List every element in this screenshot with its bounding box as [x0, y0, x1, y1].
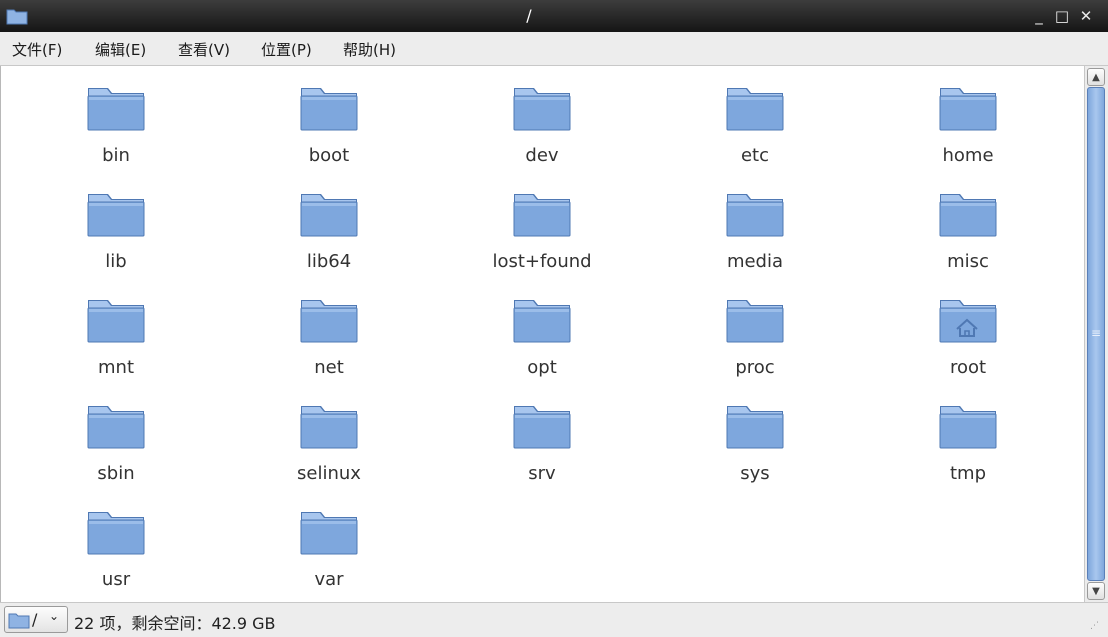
grip-icon: ≡ [1090, 326, 1102, 340]
folder-item[interactable]: etc [680, 66, 830, 170]
folder-label: selinux [297, 463, 361, 484]
folder-label: sys [740, 463, 770, 484]
folder-label: tmp [949, 463, 987, 484]
folder-icon [300, 194, 358, 237]
menu-view[interactable]: 查看(V) [178, 39, 230, 60]
folder-label: lib64 [306, 251, 352, 272]
folder-label: srv [528, 463, 556, 484]
folder-icon [300, 406, 358, 449]
folder-icon [87, 194, 145, 237]
location-button[interactable]: / ⌄ [4, 606, 68, 633]
folder-icon [939, 88, 997, 131]
folder-icon [300, 88, 358, 131]
folder-item[interactable]: usr [41, 490, 191, 594]
folder-item[interactable]: proc [680, 278, 830, 382]
window-title: / [526, 6, 532, 25]
home-folder-icon [939, 300, 997, 343]
folder-item[interactable]: root [893, 278, 1043, 382]
folder-item[interactable]: lib64 [254, 172, 404, 276]
folder-icon [300, 512, 358, 555]
menu-places[interactable]: 位置(P) [261, 39, 312, 60]
folder-icon [726, 88, 784, 131]
title-bar: / _ □ ✕ [0, 0, 1108, 32]
scroll-up-button[interactable]: ▲ [1087, 68, 1105, 86]
status-bar: / ⌄ 22 项，剩余空间：42.9 GB ⋰ [0, 602, 1108, 637]
folder-item[interactable]: home [893, 66, 1043, 170]
folder-icon [939, 406, 997, 449]
folder-label: mnt [98, 357, 134, 378]
menu-file[interactable]: 文件(F) [12, 39, 62, 60]
folder-label: lost+found [492, 251, 592, 272]
folder-label: misc [947, 251, 989, 272]
folder-label: root [949, 357, 987, 378]
folder-item[interactable]: selinux [254, 384, 404, 488]
maximize-button[interactable]: □ [1052, 5, 1072, 27]
folder-item[interactable]: sbin [41, 384, 191, 488]
status-text: 22 项，剩余空间：42.9 GB [74, 614, 276, 633]
folder-label: media [726, 251, 784, 272]
menu-edit[interactable]: 编辑(E) [95, 39, 146, 60]
folder-icon [513, 300, 571, 343]
minimize-button[interactable]: _ [1029, 5, 1049, 27]
folder-item[interactable]: lost+found [467, 172, 617, 276]
resize-grip-icon[interactable]: ⋰ [1090, 621, 1104, 635]
folder-label: etc [740, 145, 770, 166]
folder-icon [726, 406, 784, 449]
folder-icon [8, 611, 30, 633]
folder-label: home [942, 145, 994, 166]
location-label: / [32, 610, 38, 629]
folder-icon [513, 194, 571, 237]
folder-item[interactable]: sys [680, 384, 830, 488]
folder-item[interactable]: net [254, 278, 404, 382]
scrollbar-thumb[interactable]: ≡ [1087, 87, 1105, 581]
folder-icon [513, 406, 571, 449]
folder-icon [513, 88, 571, 131]
folder-label: proc [735, 357, 775, 378]
folder-icon [726, 194, 784, 237]
folder-label: usr [101, 569, 131, 590]
file-view[interactable]: bin boot dev etc home lib lib64 lost+found media… [0, 66, 1084, 602]
folder-item[interactable]: var [254, 490, 404, 594]
vertical-scrollbar[interactable]: ▲ ≡ ▼ [1084, 66, 1108, 602]
menu-bar: 文件(F) 编辑(E) 查看(V) 位置(P) 帮助(H) [0, 32, 1108, 66]
folder-item[interactable]: media [680, 172, 830, 276]
folder-item[interactable]: bin [41, 66, 191, 170]
folder-label: dev [525, 145, 559, 166]
folder-item[interactable]: misc [893, 172, 1043, 276]
menu-help[interactable]: 帮助(H) [343, 39, 396, 60]
folder-item[interactable]: opt [467, 278, 617, 382]
folder-icon [87, 512, 145, 555]
folder-icon [939, 194, 997, 237]
folder-label: opt [527, 357, 557, 378]
folder-item[interactable]: mnt [41, 278, 191, 382]
folder-item[interactable]: lib [41, 172, 191, 276]
folder-item[interactable]: tmp [893, 384, 1043, 488]
folder-icon [87, 300, 145, 343]
folder-label: var [314, 569, 344, 590]
folder-label: bin [102, 145, 130, 166]
folder-icon [726, 300, 784, 343]
scroll-down-button[interactable]: ▼ [1087, 582, 1105, 600]
folder-item[interactable]: boot [254, 66, 404, 170]
folder-label: boot [308, 145, 350, 166]
folder-item[interactable]: dev [467, 66, 617, 170]
folder-icon [87, 406, 145, 449]
folder-label: lib [105, 251, 127, 272]
folder-label: net [314, 357, 344, 378]
chevron-down-icon: ⌄ [49, 609, 60, 623]
folder-item[interactable]: srv [467, 384, 617, 488]
folder-icon [300, 300, 358, 343]
close-button[interactable]: ✕ [1076, 5, 1096, 27]
folder-label: sbin [97, 463, 135, 484]
folder-icon [87, 88, 145, 131]
